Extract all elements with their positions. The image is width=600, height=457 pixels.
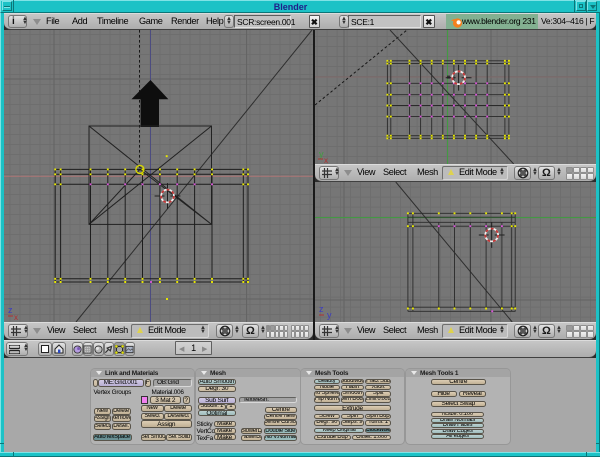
svg-text:x: x [324, 156, 328, 164]
svg-text:y: y [327, 310, 332, 320]
svg-text:x: x [14, 313, 18, 322]
svg-text:z: z [319, 304, 324, 314]
svg-text:z: z [8, 305, 13, 315]
